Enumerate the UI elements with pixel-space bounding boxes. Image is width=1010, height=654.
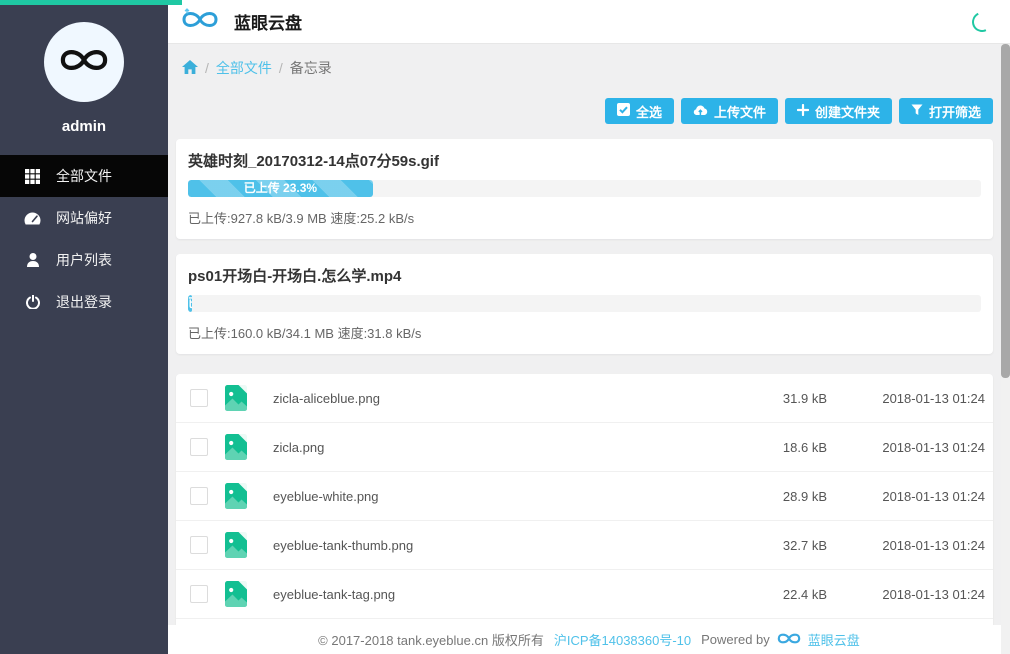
image-file-icon <box>225 434 247 460</box>
eyeblue-logo-icon <box>775 630 803 650</box>
sidebar-item-label: 网站偏好 <box>56 208 112 228</box>
scrollbar-track[interactable] <box>1001 44 1010 654</box>
header: 蓝眼云盘 <box>168 0 1010 44</box>
image-file-icon <box>225 385 247 411</box>
file-name[interactable]: eyeblue-tank-thumb.png <box>273 538 735 553</box>
grid-icon <box>24 169 41 184</box>
file-date: 2018-01-13 01:24 <box>827 440 985 455</box>
scrollbar-thumb[interactable] <box>1001 44 1010 378</box>
file-date: 2018-01-13 01:24 <box>827 538 985 553</box>
eyeblue-logo-icon <box>55 42 113 83</box>
app-title: 蓝眼云盘 <box>234 9 302 34</box>
file-date: 2018-01-13 01:24 <box>827 391 985 406</box>
file-row[interactable]: zicla.png 18.6 kB 2018-01-13 01:24 <box>176 423 993 472</box>
breadcrumb-separator: / <box>205 60 209 76</box>
sidebar-item-label: 用户列表 <box>56 250 112 270</box>
check-square-icon <box>617 103 630 119</box>
avatar <box>44 22 124 102</box>
filter-icon <box>911 104 923 119</box>
file-size: 32.7 kB <box>735 538 827 553</box>
sidebar: admin 全部文件 网站偏好 <box>0 0 168 654</box>
username: admin <box>0 118 168 135</box>
file-date: 2018-01-13 01:24 <box>827 489 985 504</box>
file-name[interactable]: zicla.png <box>273 440 735 455</box>
loading-progress-bar <box>0 0 182 5</box>
file-list: zicla-aliceblue.png 31.9 kB 2018-01-13 0… <box>176 374 993 625</box>
sidebar-item-all-files[interactable]: 全部文件 <box>0 155 168 197</box>
upload-stats: 已上传:927.8 kB/3.9 MB 速度:25.2 kB/s <box>188 208 981 227</box>
icp-link[interactable]: 沪ICP备14038360号-10 <box>554 630 691 649</box>
file-checkbox[interactable] <box>190 585 208 603</box>
image-file-icon <box>225 483 247 509</box>
select-all-button[interactable]: 全选 <box>605 98 674 124</box>
sidebar-item-user-list[interactable]: 用户列表 <box>0 239 168 281</box>
create-folder-button[interactable]: 创建文件夹 <box>785 98 892 124</box>
plus-icon <box>797 104 809 119</box>
eyeblue-logo-icon <box>178 6 222 38</box>
main-content: / 全部文件 / 备忘录 全选 上传文件 <box>168 44 1010 625</box>
button-label: 上传文件 <box>714 102 766 121</box>
button-label: 创建文件夹 <box>815 102 880 121</box>
file-name[interactable]: eyeblue-tank-tag.png <box>273 587 735 602</box>
upload-progress-bar: 已上传 23.3% <box>188 180 981 197</box>
button-label: 打开筛选 <box>929 102 981 121</box>
file-row[interactable]: eyeblue-tank-tag.png 22.4 kB 2018-01-13 … <box>176 570 993 619</box>
image-file-icon <box>225 532 247 558</box>
footer: © 2017-2018 tank.eyeblue.cn 版权所有 沪ICP备14… <box>168 625 1010 654</box>
file-checkbox[interactable] <box>190 438 208 456</box>
upload-card: 英雄时刻_20170312-14点07分59s.gif 已上传 23.3% 已上… <box>176 139 993 239</box>
file-size: 28.9 kB <box>735 489 827 504</box>
file-name[interactable]: eyeblue-white.png <box>273 489 735 504</box>
breadcrumb-all-files[interactable]: 全部文件 <box>216 58 272 78</box>
sidebar-menu: 全部文件 网站偏好 用户列表 <box>0 155 168 323</box>
powered-by-text: Powered by <box>701 632 770 647</box>
file-size: 31.9 kB <box>735 391 827 406</box>
upload-filename: ps01开场白-开场白.怎么学.mp4 <box>188 265 981 286</box>
dashboard-icon <box>24 212 41 225</box>
file-name[interactable]: zicla-aliceblue.png <box>273 391 735 406</box>
file-size: 18.6 kB <box>735 440 827 455</box>
brand[interactable]: 蓝眼云盘 <box>178 6 302 38</box>
upload-progress-bar: 已上传 <box>188 295 981 312</box>
file-checkbox[interactable] <box>190 389 208 407</box>
sidebar-item-label: 退出登录 <box>56 292 112 312</box>
power-icon <box>24 295 41 309</box>
breadcrumb-separator: / <box>279 60 283 76</box>
file-checkbox[interactable] <box>190 536 208 554</box>
breadcrumb-current: 备忘录 <box>290 58 332 78</box>
file-date: 2018-01-13 01:24 <box>827 587 985 602</box>
footer-brand-link[interactable]: 蓝眼云盘 <box>808 630 860 649</box>
upload-card: ps01开场白-开场白.怎么学.mp4 已上传 已上传:160.0 kB/34.… <box>176 254 993 354</box>
sidebar-item-label: 全部文件 <box>56 166 112 186</box>
upload-filename: 英雄时刻_20170312-14点07分59s.gif <box>188 150 981 171</box>
sidebar-item-logout[interactable]: 退出登录 <box>0 281 168 323</box>
user-icon <box>24 253 41 267</box>
breadcrumb: / 全部文件 / 备忘录 <box>176 56 993 80</box>
image-file-icon <box>225 581 247 607</box>
upload-file-button[interactable]: 上传文件 <box>681 98 778 124</box>
copyright-text: © 2017-2018 tank.eyeblue.cn 版权所有 <box>318 630 544 649</box>
file-row[interactable]: zicla-aliceblue.png 31.9 kB 2018-01-13 0… <box>176 374 993 423</box>
toolbar: 全选 上传文件 创建文件夹 <box>176 98 993 124</box>
file-size: 22.4 kB <box>735 587 827 602</box>
open-filter-button[interactable]: 打开筛选 <box>899 98 993 124</box>
sidebar-item-site-preferences[interactable]: 网站偏好 <box>0 197 168 239</box>
upload-progress-fill: 已上传 23.3% <box>188 180 373 197</box>
home-icon[interactable] <box>182 60 198 77</box>
upload-progress-fill: 已上传 <box>188 295 192 312</box>
upload-stats: 已上传:160.0 kB/34.1 MB 速度:31.8 kB/s <box>188 323 981 342</box>
file-row[interactable]: eyeblue-tank-thumb.png 32.7 kB 2018-01-1… <box>176 521 993 570</box>
button-label: 全选 <box>636 102 662 121</box>
file-row[interactable]: eyeblue-white.png 28.9 kB 2018-01-13 01:… <box>176 472 993 521</box>
cloud-upload-icon <box>693 104 708 119</box>
file-checkbox[interactable] <box>190 487 208 505</box>
